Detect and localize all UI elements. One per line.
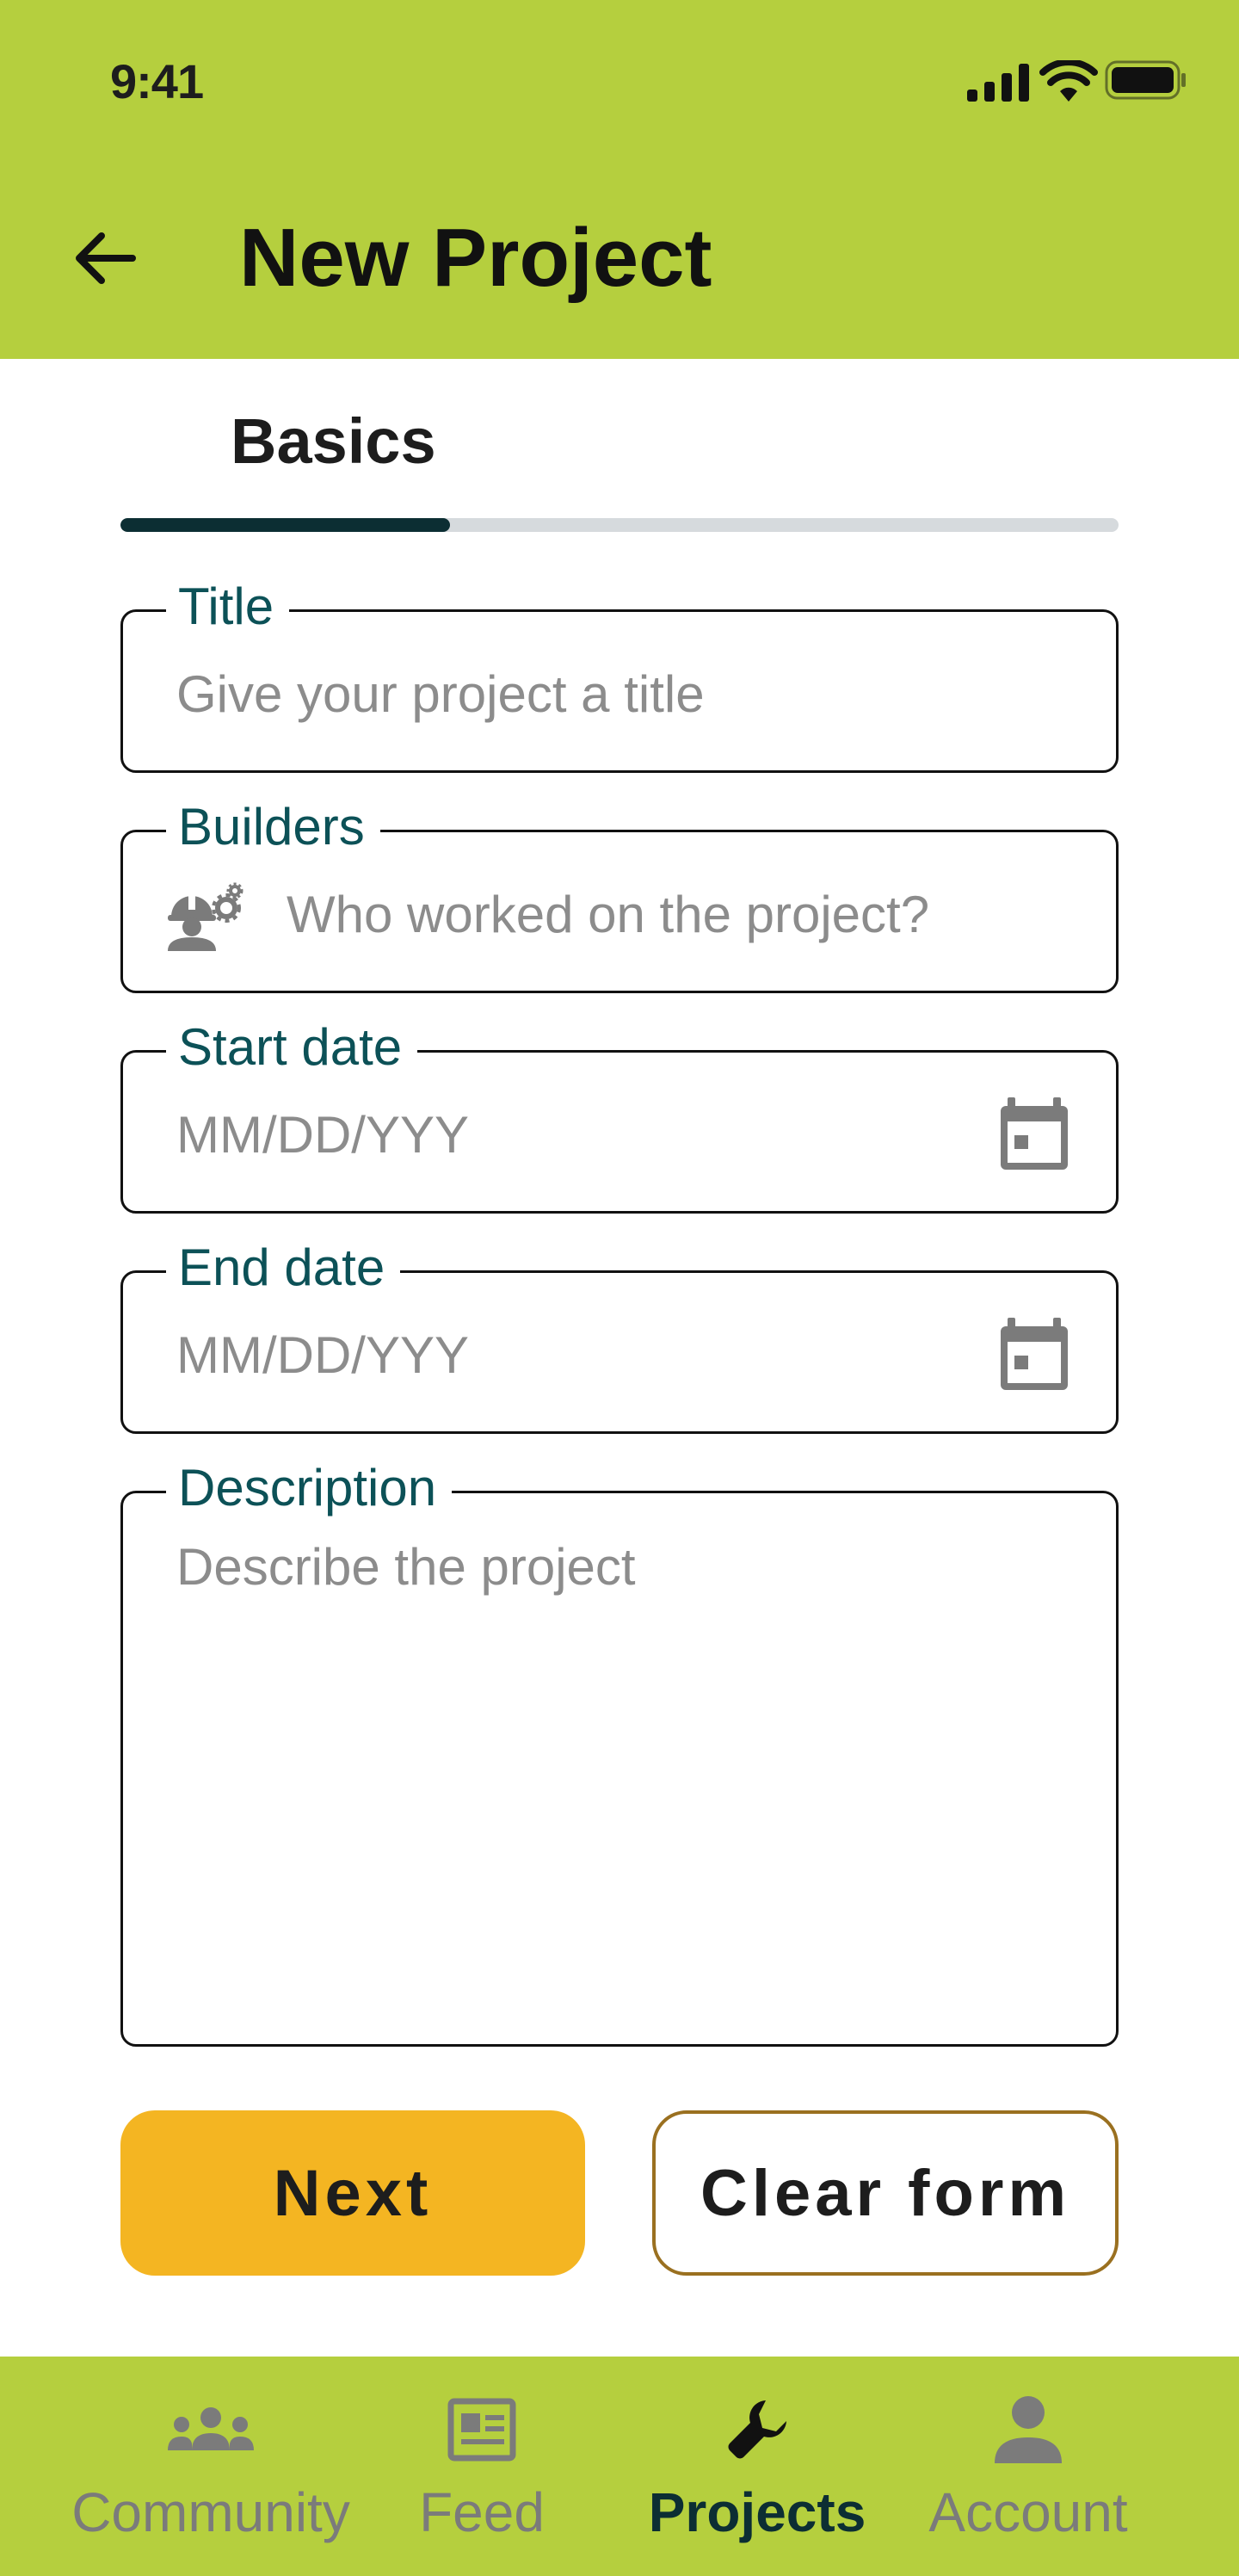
- builder-icon: [168, 882, 243, 951]
- start-date-field-label: Start date: [166, 1016, 418, 1078]
- end-date-field-label: End date: [166, 1237, 401, 1299]
- description-field-label: Description: [166, 1457, 453, 1519]
- calendar-icon[interactable]: [997, 1318, 1071, 1392]
- builders-field: Builders: [120, 796, 1119, 993]
- wrench-icon: [728, 2400, 786, 2459]
- nav-item-community[interactable]: Community: [52, 2357, 370, 2576]
- start-date-field: Start date: [120, 1016, 1119, 1214]
- nav-label-community: Community: [71, 2481, 350, 2543]
- clear-form-button[interactable]: Clear form: [652, 2110, 1119, 2276]
- step-progress-bar: [120, 518, 1119, 532]
- end-date-field: End date: [120, 1237, 1119, 1434]
- title-field-label: Title: [166, 576, 290, 638]
- cellular-signal-icon: [967, 64, 1029, 102]
- arrow-left-icon: [76, 232, 136, 284]
- newspaper-icon: [447, 2398, 516, 2462]
- start-date-input[interactable]: [176, 1096, 1002, 1173]
- nav-item-feed[interactable]: Feed: [404, 2357, 559, 2576]
- builders-field-label: Builders: [166, 796, 380, 858]
- back-button[interactable]: [62, 215, 148, 301]
- people-icon: [168, 2407, 254, 2450]
- status-bar: 9:41: [0, 0, 1239, 164]
- end-date-input[interactable]: [176, 1316, 1002, 1393]
- wifi-icon: [1039, 60, 1098, 102]
- title-input[interactable]: [176, 655, 1002, 732]
- page-title: New Project: [239, 212, 712, 304]
- status-time: 9:41: [110, 54, 204, 108]
- builders-input[interactable]: [287, 875, 1061, 953]
- battery-icon: [1105, 60, 1186, 100]
- nav-label-projects: Projects: [648, 2481, 866, 2543]
- description-field: Description: [120, 1457, 1119, 2047]
- nav-label-feed: Feed: [419, 2481, 545, 2543]
- nav-item-account[interactable]: Account: [912, 2357, 1144, 2576]
- title-field: Title: [120, 576, 1119, 773]
- nav-item-projects[interactable]: Projects: [637, 2357, 878, 2576]
- step-label: Basics: [231, 405, 436, 477]
- app-header: 9:41 New Project: [0, 0, 1239, 359]
- step-progress-fill: [120, 518, 450, 532]
- nav-label-account: Account: [928, 2481, 1128, 2543]
- bottom-nav: Community Feed Projects Account: [0, 2357, 1239, 2576]
- description-textarea[interactable]: [176, 1536, 1071, 2018]
- next-button[interactable]: Next: [120, 2110, 585, 2276]
- person-icon: [995, 2396, 1062, 2463]
- calendar-icon[interactable]: [997, 1097, 1071, 1171]
